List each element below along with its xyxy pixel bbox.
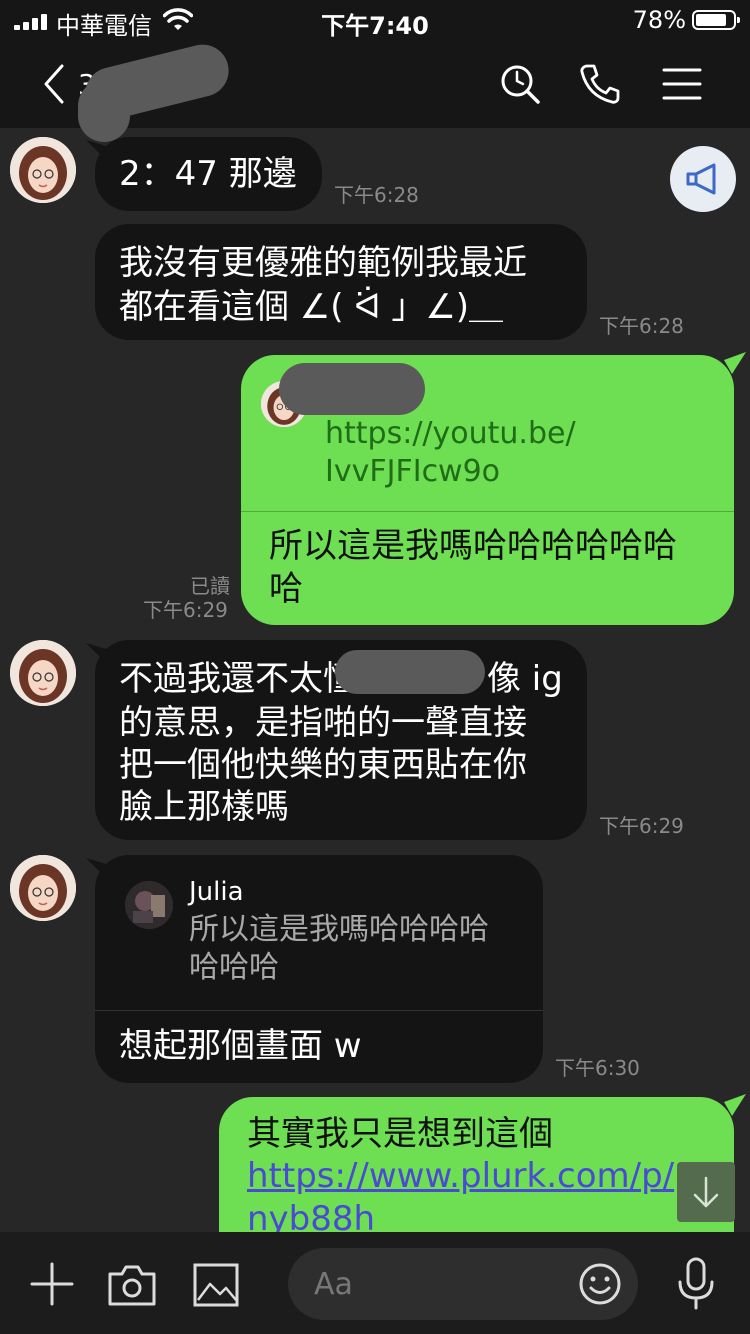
message-text-line: 哈 — [269, 569, 303, 609]
message-timestamp: 下午6:29 — [599, 814, 684, 838]
message-text-line: 所以這是我嗎哈哈哈哈哈哈 — [269, 526, 677, 566]
message-text-line: 都在看這個 ∠( ᐛ 」∠)＿ — [119, 287, 504, 327]
message-text-line: 不過我還不太懂 — [119, 659, 357, 699]
announcement-button[interactable] — [670, 146, 736, 212]
message-text-line: 臉上那樣嗎 — [119, 787, 289, 827]
redacted-text — [335, 650, 485, 694]
reply-message-bubble[interactable]: Julia 所以這是我嗎哈哈哈哈 哈哈哈 想起那個畫面 w — [95, 855, 543, 1083]
message-input-bar — [0, 1232, 750, 1334]
message-timestamp: 下午6:29 — [143, 598, 228, 622]
message-timestamp: 下午6:28 — [334, 183, 419, 207]
link-preview-url-line[interactable]: https://youtu.be/ — [325, 413, 576, 455]
message-bubble[interactable]: 我沒有更優雅的範例我最近 都在看這個 ∠( ᐛ 」∠)＿ — [95, 224, 587, 340]
microphone-icon[interactable] — [674, 1256, 718, 1312]
status-bar: 中華電信 下午7:40 78% — [0, 0, 750, 40]
reply-avatar — [125, 881, 173, 929]
reply-quote-line: 哈哈哈 — [189, 950, 279, 985]
image-icon[interactable] — [192, 1262, 240, 1308]
reply-divider — [95, 1010, 543, 1011]
message-input-container[interactable] — [288, 1248, 638, 1320]
message-bubble[interactable]: 不過我還不太懂 像 ig 的意思，是指啪的一聲直接 把一個他快樂的東西貼在你 臉… — [95, 640, 587, 840]
avatar[interactable] — [10, 640, 76, 706]
search-icon[interactable] — [498, 62, 542, 106]
camera-icon[interactable] — [106, 1262, 158, 1308]
battery-icon — [692, 10, 740, 30]
message-link-line[interactable]: https://www.plurk.com/p/ — [247, 1155, 674, 1197]
message-timestamp: 下午6:28 — [599, 314, 684, 338]
message-text: 2：47 那邊 — [119, 154, 297, 194]
chat-header: 3 — [0, 39, 750, 142]
plus-icon[interactable] — [28, 1260, 76, 1308]
message-text-line: 像 ig — [487, 659, 563, 699]
arrow-down-icon — [693, 1176, 719, 1208]
message-text: 其實我只是想到這個 — [247, 1114, 553, 1154]
outgoing-message-bubble[interactable]: https://youtu.be/ IvvFJFIcw9o 所以這是我嗎哈哈哈哈… — [241, 355, 734, 625]
emoji-icon[interactable] — [578, 1262, 622, 1306]
message-text-line: 的意思，是指啪的一聲直接 — [119, 703, 527, 743]
phone-icon[interactable] — [578, 62, 622, 106]
message-text-line: 把一個他快樂的東西貼在你 — [119, 745, 527, 785]
message-input[interactable] — [314, 1262, 564, 1306]
message-timestamp: 下午6:30 — [555, 1056, 640, 1080]
avatar[interactable] — [10, 855, 76, 921]
battery-percentage: 78% — [632, 6, 686, 34]
link-preview-url-line[interactable]: IvvFJFIcw9o — [325, 451, 500, 493]
chevron-left-icon — [44, 64, 64, 104]
message-bubble[interactable]: 2：47 那邊 — [95, 137, 322, 211]
reply-quote-line: 所以這是我嗎哈哈哈哈 — [189, 912, 489, 947]
redacted-preview-title — [279, 363, 425, 415]
scroll-to-bottom-button[interactable] — [677, 1162, 735, 1222]
message-text-line: 我沒有更優雅的範例我最近 — [119, 243, 527, 283]
avatar[interactable] — [10, 137, 76, 203]
menu-icon[interactable] — [660, 62, 704, 106]
message-text: 想起那個畫面 w — [119, 1026, 362, 1066]
reply-sender-name: Julia — [189, 877, 244, 907]
link-preview-divider — [241, 511, 734, 512]
redacted-chat-name-part — [78, 80, 130, 142]
megaphone-icon — [686, 163, 716, 195]
